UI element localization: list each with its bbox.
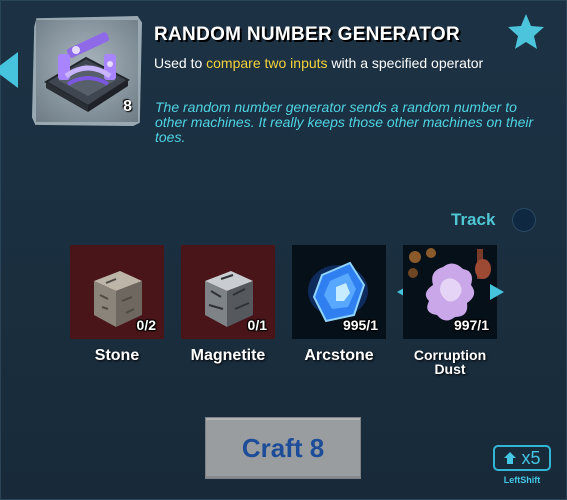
ingredient-name: Stone [94, 347, 140, 364]
next-ingredient-arrow-icon[interactable] [489, 283, 505, 301]
favorite-star-icon[interactable] [506, 12, 546, 52]
track-toggle[interactable] [512, 208, 536, 232]
ingredient-count: 0/2 [136, 317, 156, 333]
ingredient-count: 997/1 [453, 317, 489, 333]
crafting-panel: 8 RANDOM NUMBER GENERATOR Used to compar… [0, 0, 567, 500]
subtitle-suffix: with a specified operator [327, 55, 484, 71]
item-quantity: 8 [123, 98, 132, 115]
item-title: RANDOM NUMBER GENERATOR [154, 24, 460, 45]
ingredient-slot: 0/1 [181, 245, 275, 339]
ingredient-slot: 997/1 [403, 245, 497, 339]
ingredient-name: Corruption Dust [413, 347, 487, 377]
ingredient-count: 0/1 [247, 317, 267, 333]
subtitle-highlight: compare two inputs [206, 55, 328, 71]
ingredient-slot: 0/2 [70, 245, 164, 339]
ingredient-arcstone[interactable]: 995/1 [292, 245, 386, 339]
shift-multiplier-label: x5 [521, 447, 541, 468]
ingredient-magnetite[interactable]: 0/1 [181, 245, 275, 339]
previous-recipe-arrow-icon[interactable] [0, 48, 20, 92]
craft-button[interactable]: Craft 8 [205, 417, 361, 479]
ingredient-count: 995/1 [342, 317, 378, 333]
item-subtitle: Used to compare two inputs with a specif… [154, 55, 483, 71]
ingredient-slot: 995/1 [292, 245, 386, 339]
ingredient-name: Arcstone [304, 347, 374, 364]
item-description: The random number generator sends a rand… [155, 99, 534, 145]
shift-key-caption: LeftShift [503, 475, 541, 485]
ingredient-name: Magnetite [190, 347, 266, 364]
ingredient-corruption-dust[interactable]: 997/1 [403, 245, 497, 339]
shift-arrow-icon [504, 452, 517, 464]
item-icon-frame: 8 [32, 16, 142, 126]
ingredient-stone[interactable]: 0/2 [70, 245, 164, 339]
shift-multiplier-key[interactable]: x5 [493, 445, 551, 471]
item-icon-background: 8 [36, 20, 138, 122]
subtitle-prefix: Used to [154, 55, 207, 71]
track-label[interactable]: Track [451, 210, 495, 230]
